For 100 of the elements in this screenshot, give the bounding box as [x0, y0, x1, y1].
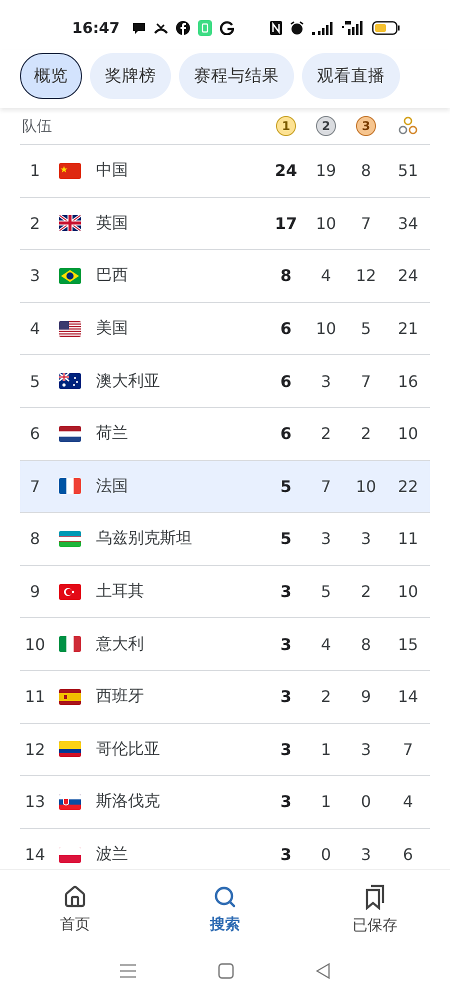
table-row[interactable]: 4 美国 6 10 5 21	[20, 302, 430, 356]
nav-item[interactable]: 已保存	[300, 870, 450, 948]
rank: 5	[30, 372, 40, 391]
second-place-count: 10	[316, 214, 336, 233]
total-count: 4	[402, 792, 414, 812]
rank: 4	[30, 319, 40, 338]
total-count: 21	[398, 319, 418, 338]
total-count: 34	[398, 214, 418, 233]
team-name: 意大利	[95, 634, 145, 655]
home-square-icon[interactable]	[218, 963, 234, 979]
third-place-count: 7	[360, 372, 372, 391]
flag-icon	[59, 426, 81, 442]
rank: 12	[24, 740, 46, 759]
rank: 14	[24, 845, 46, 864]
battery-icon	[372, 21, 400, 35]
team-name: 斯洛伐克	[95, 791, 161, 812]
team-name: 英国	[95, 212, 129, 234]
first-place-count: 5	[280, 529, 292, 548]
second-place-count: 19	[316, 161, 336, 180]
total-count: 7	[402, 740, 414, 759]
nfc-icon	[270, 21, 282, 35]
flag-icon	[59, 478, 81, 494]
tab[interactable]: 观看直播	[302, 53, 400, 99]
third-place-count: 8	[360, 634, 372, 654]
third-place-count: 7	[360, 214, 372, 233]
second-place-count: 0	[320, 845, 332, 864]
flag-icon	[59, 268, 81, 284]
table-row[interactable]: 5 澳大利亚 6 3 7 16	[20, 355, 430, 408]
medal-header: 1	[276, 116, 296, 136]
table-row[interactable]: 1 中国 24 19 8 51	[20, 145, 430, 198]
team-column-header: 队伍	[21, 116, 53, 136]
battery-app-icon	[198, 20, 212, 36]
menu-icon[interactable]	[120, 964, 136, 978]
table-row[interactable]: 11 西班牙 3 2 9 14	[20, 670, 430, 724]
third-place-count: 9	[360, 687, 372, 706]
table-row[interactable]: 10 意大利 3 4 8 15	[20, 618, 430, 671]
first-place-count: 3	[280, 792, 292, 812]
team-name: 中国	[95, 160, 129, 182]
second-place-count: 2	[320, 687, 332, 706]
third-place-count: 0	[360, 792, 372, 812]
table-row[interactable]: 9 土耳其 3 5 2 10	[20, 566, 430, 618]
total-count: 6	[402, 845, 414, 864]
flag-icon	[59, 794, 81, 810]
third-place-count: 3	[360, 529, 372, 548]
status-time: 16:47	[72, 19, 120, 37]
second-place-count: 5	[320, 582, 332, 602]
flag-icon	[59, 373, 81, 390]
total-count: 14	[398, 687, 418, 706]
signal-5g-icon	[342, 21, 364, 35]
rank: 11	[24, 687, 46, 706]
first-place-count: 3	[280, 740, 292, 759]
first-place-count: 3	[280, 845, 292, 864]
second-place-count: 4	[320, 634, 332, 654]
second-place-count: 3	[320, 372, 332, 391]
total-count: 15	[398, 634, 418, 654]
team-name: 巴西	[95, 265, 129, 286]
first-place-count: 3	[280, 687, 292, 706]
tab[interactable]: 概览	[20, 53, 82, 99]
total-count: 16	[398, 372, 418, 391]
first-place-count: 3	[280, 634, 292, 654]
team-name: 澳大利亚	[95, 370, 161, 392]
back-icon[interactable]	[316, 963, 330, 979]
medal-header: 3	[356, 116, 376, 136]
chat-icon	[132, 22, 146, 34]
second-place-count: 1	[320, 740, 332, 759]
flag-icon	[59, 636, 81, 652]
team-name: 西班牙	[95, 686, 145, 708]
flag-icon	[59, 215, 81, 232]
flag-icon	[59, 846, 81, 863]
rank: 8	[30, 529, 40, 548]
third-place-count: 12	[356, 266, 376, 286]
flag-icon	[59, 530, 81, 547]
table-row[interactable]: 3 巴西 8 4 12 24	[20, 250, 430, 303]
facebook-icon	[176, 21, 190, 35]
tab[interactable]: 赛程与结果	[179, 53, 294, 99]
rank: 9	[30, 582, 40, 602]
team-name: 土耳其	[95, 581, 145, 602]
table-row[interactable]: 2 英国 17 10 7 34	[20, 198, 430, 250]
rank: 10	[24, 634, 46, 654]
first-place-count: 24	[274, 161, 298, 180]
rank: 13	[24, 792, 46, 812]
tab[interactable]: 奖牌榜	[90, 53, 171, 99]
second-place-count: 4	[320, 266, 332, 286]
first-place-count: 6	[280, 319, 292, 338]
table-row[interactable]: 13 斯洛伐克 3 1 0 4	[20, 776, 430, 829]
total-count: 22	[398, 476, 418, 496]
third-place-count: 10	[356, 476, 376, 496]
third-place-count: 5	[360, 319, 372, 338]
nav-item[interactable]: 首页	[0, 870, 150, 948]
signal-icon	[312, 22, 334, 34]
nav-item[interactable]: 搜索	[150, 870, 300, 948]
rank: 2	[30, 214, 40, 233]
third-place-count: 8	[360, 161, 372, 180]
rank: 3	[30, 266, 40, 286]
team-name: 法国	[95, 476, 129, 497]
table-row[interactable]: 7 法国 5 7 10 22	[20, 460, 430, 514]
table-row[interactable]: 8 乌兹别克斯坦 5 3 3 11	[20, 513, 430, 566]
table-row[interactable]: 12 哥伦比亚 3 1 3 7	[20, 724, 430, 776]
google-icon	[220, 21, 234, 35]
flag-icon	[59, 584, 81, 600]
